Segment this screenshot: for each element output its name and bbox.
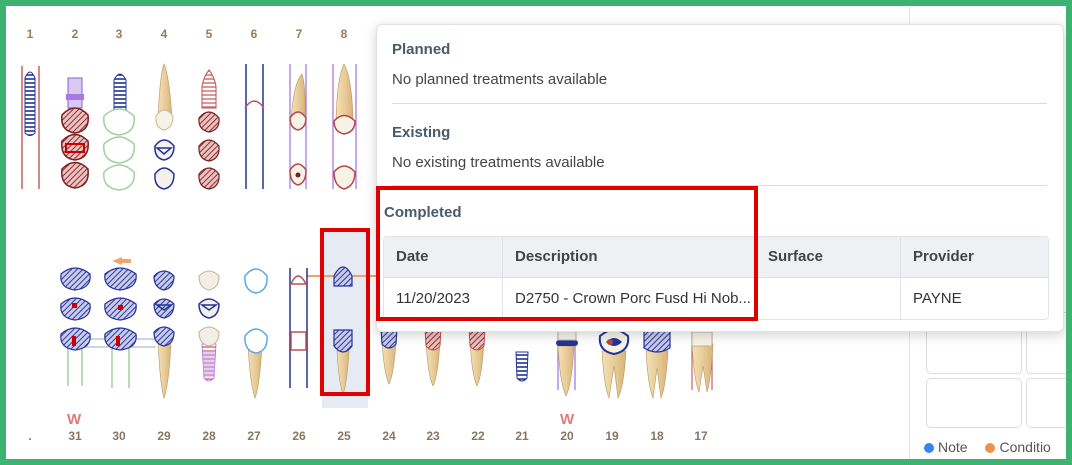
existing-empty-text: No existing treatments available [392,154,605,171]
tooth-number-20: 20 [560,429,574,443]
tooth-26[interactable] [289,268,308,388]
tooth-number-18: 18 [650,429,664,443]
tooth-number-25: 25 [337,429,351,443]
tooth-chart-frame: 1 2 3 4 5 6 7 8 W W . 31 30 29 28 27 26 … [6,6,1066,459]
tooth-6[interactable] [244,64,265,189]
tooth-21[interactable] [515,351,529,382]
tooth-number-8: 8 [340,27,348,41]
tooth-28[interactable] [198,270,220,382]
tooth-number-2: 2 [71,27,79,41]
tooth-number-21: 21 [515,429,529,443]
watch-marker-31: W [67,411,82,428]
legend-condition-label: Conditio [999,439,1051,455]
tooth-22[interactable] [468,327,486,387]
tooth-2[interactable] [61,77,89,189]
tooth-number-1: 1 [26,27,34,41]
tooth-number-30: 30 [112,429,126,443]
tooth-24[interactable] [380,327,398,385]
existing-section-title: Existing [392,124,451,141]
tooth-4[interactable] [154,63,175,190]
tooth-27[interactable] [244,268,268,399]
tooth-30[interactable] [104,257,137,388]
tooth-number-28: 28 [202,429,216,443]
cell-provider[interactable]: PAYNE [901,278,1048,319]
tooth-19[interactable] [598,329,630,400]
tooth-20[interactable] [556,327,578,397]
tooth-number-32: . [28,429,32,443]
tooth-number-22: 22 [471,429,485,443]
condition-dot-icon [985,443,996,453]
highlight-box-tooth [320,228,370,396]
tooth-number-29: 29 [157,429,171,443]
panel-tile[interactable] [1026,378,1066,428]
divider [392,103,1047,104]
column-header-provider[interactable]: Provider [901,237,1048,277]
tooth-5[interactable] [198,69,220,190]
tooth-number-3: 3 [115,27,123,41]
panel-tile[interactable] [926,378,1022,428]
watch-marker-20: W [560,411,575,428]
tooth-number-7: 7 [295,27,303,41]
tooth-number-31: 31 [68,429,82,443]
tooth-8[interactable] [332,63,357,190]
tooth-3[interactable] [103,73,135,191]
tooth-23[interactable] [424,327,442,387]
tooth-18[interactable] [643,325,671,400]
tooth-number-26: 26 [292,429,306,443]
legend-note-label: Note [938,439,968,455]
tooth-number-24: 24 [382,429,396,443]
note-dot-icon [924,443,934,453]
tooth-7[interactable] [289,64,307,189]
column-header-surface[interactable]: Surface [756,237,901,277]
tooth-number-6: 6 [250,27,258,41]
tooth-17[interactable] [691,328,714,394]
planned-empty-text: No planned treatments available [392,71,608,88]
tooth-29[interactable] [153,270,175,399]
tooth-number-19: 19 [605,429,619,443]
tooth-number-4: 4 [160,27,168,41]
tooth-31[interactable] [60,267,91,386]
tooth-number-5: 5 [205,27,213,41]
tooth-number-17: 17 [694,429,708,443]
highlight-box-completed [376,186,758,321]
planned-section-title: Planned [392,41,451,58]
tooth-number-27: 27 [247,429,261,443]
tooth-1[interactable] [21,66,40,189]
tooth-number-23: 23 [426,429,440,443]
legend: Note Conditio [924,439,1051,455]
cell-surface[interactable] [756,278,901,319]
